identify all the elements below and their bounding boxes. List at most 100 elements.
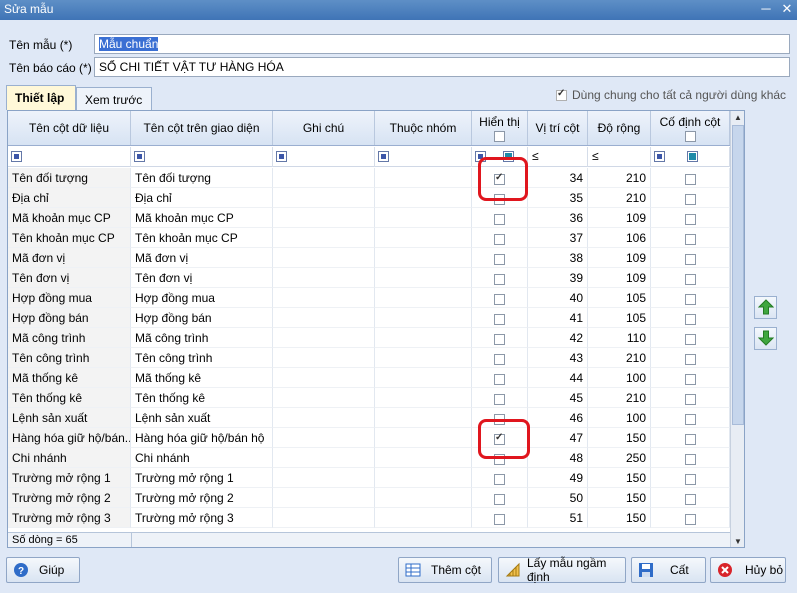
cell-width[interactable]: 110 — [588, 328, 651, 348]
cell-note[interactable] — [273, 428, 375, 448]
fixed-checkbox[interactable] — [684, 454, 696, 466]
cell-group[interactable] — [375, 408, 472, 428]
table-row[interactable]: Tên công trình Tên công trình 43 210 — [8, 348, 730, 368]
cell-data-column[interactable]: Chi nhánh — [8, 448, 131, 468]
col-header-show[interactable]: Hiển thị — [472, 111, 528, 145]
fixed-checkbox[interactable] — [684, 314, 696, 326]
filter-data[interactable] — [8, 147, 131, 167]
col-header-note[interactable]: Ghi chú — [273, 111, 375, 145]
show-checkbox[interactable] — [494, 474, 505, 486]
fixed-checkbox[interactable] — [684, 234, 696, 246]
cell-width[interactable]: 105 — [588, 288, 651, 308]
show-checkbox[interactable] — [494, 514, 505, 526]
cell-data-column[interactable]: Tên công trình — [8, 348, 131, 368]
cell-ui-column[interactable]: Địa chỉ — [131, 188, 273, 208]
filter-ui[interactable] — [131, 147, 273, 167]
cell-group[interactable] — [375, 168, 472, 188]
cell-group[interactable] — [375, 428, 472, 448]
cell-width[interactable]: 100 — [588, 408, 651, 428]
cell-position[interactable]: 49 — [528, 468, 588, 488]
fixed-checkbox[interactable] — [684, 394, 696, 406]
cell-position[interactable]: 46 — [528, 408, 588, 428]
cell-width[interactable]: 109 — [588, 248, 651, 268]
cell-group[interactable] — [375, 288, 472, 308]
cell-ui-column[interactable]: Lệnh sản xuất — [131, 408, 273, 428]
cell-group[interactable] — [375, 488, 472, 508]
cell-ui-column[interactable]: Mã đơn vị — [131, 248, 273, 268]
fixed-checkbox[interactable] — [684, 174, 696, 186]
cell-ui-column[interactable]: Tên đơn vị — [131, 268, 273, 288]
cell-note[interactable] — [273, 328, 375, 348]
cell-note[interactable] — [273, 228, 375, 248]
cell-ui-column[interactable]: Mã công trình — [131, 328, 273, 348]
show-checkbox[interactable] — [494, 254, 505, 266]
cell-ui-column[interactable]: Trường mở rộng 1 — [131, 468, 273, 488]
table-row[interactable]: Trường mở rộng 3 Trường mở rộng 3 51 150 — [8, 508, 730, 528]
table-row[interactable]: Hợp đồng bán Hợp đồng bán 41 105 — [8, 308, 730, 328]
fixed-checkbox[interactable] — [684, 514, 696, 526]
cell-group[interactable] — [375, 448, 472, 468]
cell-width[interactable]: 109 — [588, 268, 651, 288]
col-header-position[interactable]: Vị trí cột — [528, 111, 588, 145]
fixed-checkbox[interactable] — [684, 354, 696, 366]
report-name-field[interactable]: SỔ CHI TIẾT VẬT TƯ HÀNG HÓA — [94, 57, 790, 77]
table-row[interactable]: Hàng hóa giữ hộ/bán... Hàng hóa giữ hộ/bá… — [8, 428, 730, 448]
filter-position[interactable]: ≤ — [528, 147, 588, 167]
show-checkbox[interactable] — [494, 274, 505, 286]
add-column-button[interactable]: Thêm cột — [398, 557, 492, 583]
tab-preview[interactable]: Xem trước — [76, 87, 152, 110]
cell-data-column[interactable]: Tên thống kê — [8, 388, 131, 408]
minimize-icon[interactable]: ─ — [756, 0, 776, 20]
table-row[interactable]: Lệnh sản xuất Lệnh sản xuất 46 100 — [8, 408, 730, 428]
cell-ui-column[interactable]: Mã thống kê — [131, 368, 273, 388]
show-checkbox[interactable] — [494, 334, 505, 346]
fixed-all-checkbox[interactable] — [684, 130, 696, 142]
cell-width[interactable]: 106 — [588, 228, 651, 248]
cell-note[interactable] — [273, 248, 375, 268]
filter-fixed[interactable] — [651, 147, 730, 167]
show-checkbox[interactable] — [494, 354, 505, 366]
fixed-checkbox[interactable] — [684, 294, 696, 306]
cell-ui-column[interactable]: Tên khoản mục CP — [131, 228, 273, 248]
cell-ui-column[interactable]: Chi nhánh — [131, 448, 273, 468]
cell-note[interactable] — [273, 208, 375, 228]
show-checkbox[interactable] — [494, 314, 505, 326]
table-row[interactable]: Trường mở rộng 2 Trường mở rộng 2 50 150 — [8, 488, 730, 508]
cell-width[interactable]: 105 — [588, 308, 651, 328]
cell-width[interactable]: 210 — [588, 168, 651, 188]
filter-width[interactable]: ≤ — [588, 147, 651, 167]
tab-setup[interactable]: Thiết lập — [6, 85, 76, 110]
cell-position[interactable]: 34 — [528, 168, 588, 188]
cell-group[interactable] — [375, 348, 472, 368]
cell-position[interactable]: 42 — [528, 328, 588, 348]
show-checkbox[interactable] — [494, 494, 505, 506]
share-checkbox[interactable] — [556, 88, 567, 102]
scroll-up-icon[interactable]: ▲ — [731, 111, 744, 124]
cell-group[interactable] — [375, 248, 472, 268]
cell-width[interactable]: 210 — [588, 188, 651, 208]
col-header-group[interactable]: Thuộc nhóm — [375, 111, 472, 145]
cell-note[interactable] — [273, 168, 375, 188]
col-header-fixed[interactable]: Cố định cột — [651, 111, 730, 145]
filter-icon[interactable] — [134, 151, 145, 162]
cell-position[interactable]: 43 — [528, 348, 588, 368]
cell-width[interactable]: 150 — [588, 488, 651, 508]
table-row[interactable]: Mã khoản mục CP Mã khoản mục CP 36 109 — [8, 208, 730, 228]
fixed-checkbox[interactable] — [684, 414, 696, 426]
cell-ui-column[interactable]: Trường mở rộng 3 — [131, 508, 273, 528]
cell-note[interactable] — [273, 388, 375, 408]
cell-note[interactable] — [273, 188, 375, 208]
table-row[interactable]: Chi nhánh Chi nhánh 48 250 — [8, 448, 730, 468]
col-header-ui[interactable]: Tên cột trên giao diện — [131, 111, 273, 145]
cell-ui-column[interactable]: Tên thống kê — [131, 388, 273, 408]
filter-icon[interactable] — [11, 151, 22, 162]
share-option[interactable]: Dùng chung cho tất cả người dùng khác — [556, 88, 786, 102]
filter-note[interactable] — [273, 147, 375, 167]
filter-icon[interactable] — [654, 151, 665, 162]
cell-width[interactable]: 150 — [588, 468, 651, 488]
filter-icon[interactable] — [276, 151, 287, 162]
cell-width[interactable]: 150 — [588, 508, 651, 528]
cell-group[interactable] — [375, 468, 472, 488]
col-header-width[interactable]: Độ rộng — [588, 111, 651, 145]
cell-group[interactable] — [375, 388, 472, 408]
